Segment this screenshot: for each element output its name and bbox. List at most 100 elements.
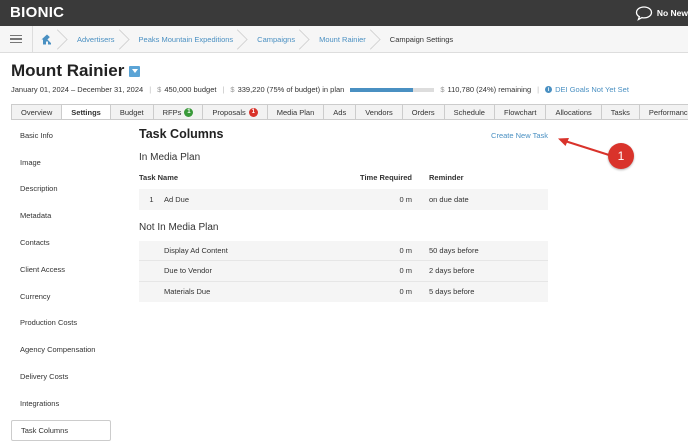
tab-label: Vendors	[365, 107, 393, 117]
campaign-tabs: Overview Settings Budget RFPs 1 Proposals 1 Med…	[11, 104, 688, 119]
task-name: Due to Vendor	[164, 266, 212, 276]
tab-label: Schedule	[453, 107, 485, 117]
date-range: January 01, 2024 – December 31, 2024	[11, 85, 144, 94]
sidebar-item-image[interactable]: Image	[11, 149, 111, 176]
tab-label: Tasks	[610, 107, 630, 117]
header-task-name: Task Name	[139, 173, 179, 182]
info-icon: i	[545, 86, 553, 93]
budget-total: 450,000 budget	[164, 85, 217, 94]
annotation-arrow-icon	[558, 138, 610, 156]
breadcrumb-campaigns[interactable]: Campaigns	[243, 26, 305, 52]
sidebar-item-production-costs[interactable]: Production Costs	[11, 310, 111, 337]
tab-label: Proposals	[212, 107, 246, 117]
task-reminder: 2 days before	[429, 266, 475, 276]
tab-count-badge: 1	[248, 107, 258, 117]
tab-label: Orders	[411, 107, 435, 117]
sidebar-item-currency[interactable]: Currency	[11, 283, 111, 310]
header-reminder: Reminder	[429, 173, 464, 182]
task-column-headers: Task Name Time Required Reminder	[139, 173, 548, 184]
tab-label: Overview	[21, 107, 53, 117]
home-icon	[41, 34, 53, 44]
section-heading: Task Columns	[139, 127, 224, 141]
task-reminder: 5 days before	[429, 287, 475, 297]
breadcrumb-advertisers[interactable]: Advertisers	[63, 26, 125, 52]
tab-label: Ads	[333, 107, 347, 117]
tab-count-badge: 1	[184, 107, 194, 117]
task-number: 1	[149, 194, 154, 204]
sidebar-item-client-access[interactable]: Client Access	[11, 256, 111, 283]
news-label: No New	[656, 8, 688, 18]
sidebar-item-agency-compensation[interactable]: Agency Compensation	[11, 336, 111, 363]
sidebar-item-basic-info[interactable]: Basic Info	[11, 122, 111, 149]
breadcrumb-advertiser[interactable]: Peaks Mountain Expeditions	[125, 26, 244, 52]
task-reminder: on due date	[429, 194, 469, 204]
table-row[interactable]: Materials Due 0 m 5 days before	[139, 281, 548, 302]
tab-overview[interactable]: Overview	[11, 104, 63, 119]
breadcrumb-home[interactable]	[33, 26, 63, 52]
sidebar-item-delivery-costs[interactable]: Delivery Costs	[11, 363, 111, 390]
task-name: Materials Due	[164, 287, 211, 297]
news-indicator[interactable]: No New	[635, 5, 688, 21]
tab-budget[interactable]: Budget	[109, 104, 154, 119]
table-row[interactable]: 1 Ad Due 0 m on due date	[139, 189, 548, 210]
table-row[interactable]: Display Ad Content 0 m 50 days before	[139, 240, 548, 261]
tab-label: Performance	[648, 107, 688, 117]
sidebar-item-integrations[interactable]: Integrations	[11, 390, 111, 417]
budget-remaining: 110,780 (24%) remaining	[447, 85, 532, 94]
task-reminder: 50 days before	[429, 245, 479, 255]
annotation-callout: 1	[608, 143, 634, 169]
page-title: Mount Rainier	[11, 61, 125, 80]
task-columns-panel: Task Columns Create New Task In Media Pl…	[139, 127, 548, 302]
task-time: 0 m	[399, 287, 412, 297]
tab-schedule[interactable]: Schedule	[443, 104, 495, 119]
not-in-plan-task-list: Display Ad Content 0 m 50 days before Due t…	[139, 240, 548, 302]
tab-label: Settings	[71, 107, 101, 117]
currency-symbol: $	[157, 85, 162, 94]
task-name: Display Ad Content	[164, 245, 228, 255]
not-in-media-plan-heading: Not In Media Plan	[139, 221, 219, 233]
tab-settings[interactable]: Settings	[61, 104, 111, 119]
in-media-plan-heading: In Media Plan	[139, 152, 201, 163]
in-plan-task-list: 1 Ad Due 0 m on due date	[139, 189, 548, 210]
table-row[interactable]: Due to Vendor 0 m 2 days before	[139, 261, 548, 282]
menu-icon[interactable]	[0, 26, 33, 52]
tab-tasks[interactable]: Tasks	[600, 104, 640, 119]
tab-label: RFPs	[162, 107, 182, 117]
task-time: 0 m	[399, 245, 412, 255]
campaign-meta: January 01, 2024 – December 31, 2024 | $…	[11, 85, 629, 94]
task-time: 0 m	[399, 194, 412, 204]
bionic-logo[interactable]: BIONIC	[10, 4, 64, 21]
tab-allocations[interactable]: Allocations	[545, 104, 602, 119]
campaign-dropdown-icon[interactable]	[129, 65, 141, 77]
header-time-required: Time Required	[360, 173, 412, 182]
tab-label: Media Plan	[276, 107, 315, 117]
budget-in-plan: 339,220 (75% of budget) in plan	[237, 85, 345, 94]
breadcrumb-campaign[interactable]: Mount Rainier	[305, 26, 376, 52]
campaign-header: Mount Rainier	[11, 61, 141, 81]
task-name: Ad Due	[164, 194, 190, 204]
create-new-task-link[interactable]: Create New Task	[491, 131, 548, 140]
tab-proposals[interactable]: Proposals 1	[202, 104, 268, 119]
tab-rfps[interactable]: RFPs 1	[152, 104, 204, 119]
sidebar-item-contacts[interactable]: Contacts	[11, 229, 111, 256]
tab-performance[interactable]: Performance	[638, 104, 688, 119]
tab-media-plan[interactable]: Media Plan	[266, 104, 325, 119]
tab-flowchart[interactable]: Flowchart	[493, 104, 547, 119]
task-time: 0 m	[399, 266, 412, 276]
tab-ads[interactable]: Ads	[323, 104, 357, 119]
breadcrumb-current: Campaign Settings	[389, 34, 454, 44]
budget-progress-bar	[350, 87, 435, 92]
settings-sidebar: Basic Info Image Description Metadata Contac…	[11, 122, 111, 441]
dei-goals-link[interactable]: i DEI Goals Not Yet Set	[545, 85, 629, 94]
sidebar-item-description[interactable]: Description	[11, 176, 111, 203]
chat-bubble-icon	[635, 6, 652, 21]
top-bar: BIONIC No New	[0, 0, 688, 26]
sidebar-item-task-columns[interactable]: Task Columns	[11, 419, 111, 441]
breadcrumb: Advertisers Peaks Mountain Expeditions C…	[0, 26, 688, 53]
tab-vendors[interactable]: Vendors	[355, 104, 403, 119]
tab-label: Allocations	[555, 107, 592, 117]
tab-orders[interactable]: Orders	[401, 104, 445, 119]
tab-label: Budget	[119, 107, 144, 117]
tab-label: Flowchart	[503, 107, 537, 117]
sidebar-item-metadata[interactable]: Metadata	[11, 202, 111, 229]
